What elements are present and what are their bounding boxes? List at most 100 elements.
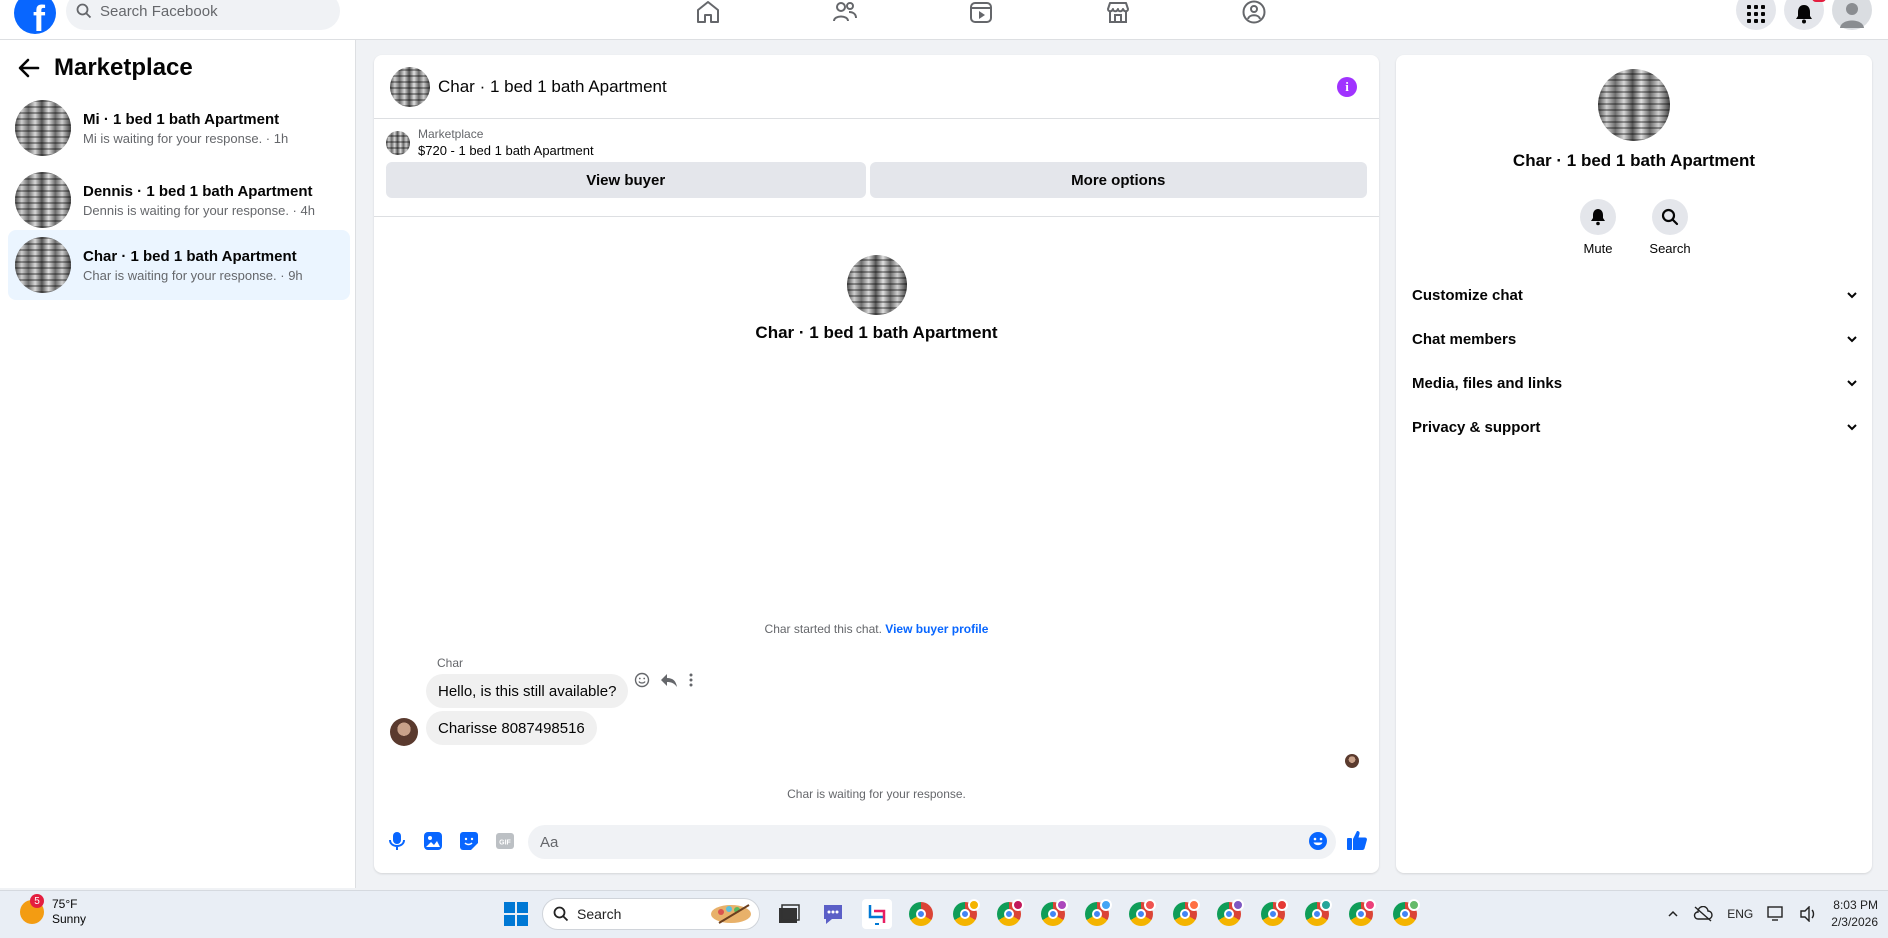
emoji-button[interactable] (1307, 830, 1329, 852)
conversation-item-dennis[interactable]: Dennis · 1 bed 1 bath Apartment Dennis i… (8, 165, 350, 235)
more-vertical-icon[interactable] (688, 672, 694, 688)
nav-friends[interactable] (777, 0, 914, 28)
mute-label: Mute (1583, 241, 1613, 256)
home-icon (697, 1, 720, 23)
like-button[interactable] (1346, 829, 1368, 851)
intro-avatar (846, 255, 907, 315)
volume-icon[interactable] (1799, 906, 1817, 922)
seen-receipt-avatar (1345, 754, 1359, 768)
view-buyer-profile-link[interactable]: View buyer profile (885, 622, 988, 636)
taskbar-app-file-explorer[interactable] (774, 899, 804, 929)
taskbar-app-chrome-profile[interactable] (1126, 899, 1156, 929)
weather-widget[interactable]: 5 75°F Sunny (20, 894, 87, 927)
groups-icon (1242, 0, 1266, 24)
facebook-logo[interactable]: f (14, 0, 56, 34)
chat-avatar[interactable] (390, 66, 430, 107)
reply-icon[interactable] (660, 672, 678, 688)
sticker-button[interactable] (458, 830, 480, 852)
details-avatar[interactable] (1598, 69, 1670, 141)
taskbar-app-teams[interactable] (818, 899, 848, 929)
emoji-icon (1309, 832, 1327, 850)
taskbar-app-chrome-profile[interactable] (950, 899, 980, 929)
section-media-files-links[interactable]: Media, files and links (1412, 365, 1858, 401)
taskbar-search[interactable]: Search (542, 898, 760, 930)
taskbar-app-snipping-tool[interactable] (862, 899, 892, 929)
start-button[interactable] (504, 902, 528, 926)
message-actions (634, 672, 694, 688)
gif-icon: GIF (496, 833, 514, 849)
account-button[interactable] (1832, 0, 1872, 30)
chat-title[interactable]: Char · 1 bed 1 bath Apartment (438, 77, 667, 97)
conversation-subtitle: Char is waiting for your response. · 9h (83, 267, 303, 283)
conversation-subtitle: Mi is waiting for your response. · 1h (83, 130, 289, 146)
taskbar-app-chrome-profile[interactable] (1346, 899, 1376, 929)
taskbar-app-chrome-profile[interactable] (1390, 899, 1420, 929)
conversation-title: Mi · 1 bed 1 bath Apartment (83, 110, 280, 128)
svg-text:GIF: GIF (499, 840, 511, 847)
chevron-up-icon[interactable] (1667, 910, 1679, 918)
taskbar-app-chrome-profile[interactable] (1170, 899, 1200, 929)
search-facebook-input[interactable] (100, 2, 320, 20)
section-privacy-support[interactable]: Privacy & support (1412, 409, 1858, 445)
react-emoji-icon[interactable] (634, 672, 650, 688)
taskbar-app-chrome-profile[interactable] (1082, 899, 1112, 929)
view-buyer-button[interactable]: View buyer (386, 162, 866, 198)
notifications-icon (1796, 5, 1812, 24)
top-navigation-bar: f (0, 0, 1888, 40)
section-customize-chat[interactable]: Customize chat (1412, 277, 1858, 313)
nav-marketplace[interactable] (1050, 0, 1187, 28)
language-indicator[interactable]: ENG (1727, 907, 1753, 921)
more-options-button[interactable]: More options (869, 162, 1367, 198)
chat-intro: Char · 1 bed 1 bath Apartment (374, 255, 1379, 343)
search-icon (1661, 208, 1679, 226)
taskbar-search-label: Search (577, 906, 622, 922)
listing-detail[interactable]: $720 - 1 bed 1 bath Apartment (418, 143, 594, 158)
message-input[interactable] (528, 825, 1336, 859)
voice-clip-button[interactable] (386, 830, 408, 852)
conversation-item-char[interactable]: Char · 1 bed 1 bath Apartment Char is wa… (8, 230, 350, 300)
menu-button[interactable] (1736, 0, 1776, 30)
taskbar-app-chrome-profile[interactable] (1214, 899, 1244, 929)
back-arrow-icon[interactable] (18, 58, 40, 78)
sidebar-header: Marketplace (18, 54, 193, 82)
windows-taskbar: 5 75°F Sunny Search ENG 8:03 PM 2/3/2026 (0, 890, 1888, 938)
paint-palette-icon (711, 904, 751, 924)
mute-action[interactable]: Mute (1578, 199, 1618, 256)
bell-icon (1591, 209, 1605, 226)
chrome-icon (909, 902, 933, 926)
taskbar-app-chrome-profile[interactable] (1038, 899, 1068, 929)
sticker-icon (460, 832, 478, 850)
conversation-item-mi[interactable]: Mi · 1 bed 1 bath Apartment Mi is waitin… (8, 93, 350, 163)
listing-avatar (15, 100, 71, 156)
taskbar-app-chrome-profile[interactable] (1302, 899, 1332, 929)
search-action[interactable]: Search (1649, 199, 1691, 256)
section-label: Customize chat (1412, 286, 1523, 304)
gif-button[interactable]: GIF (494, 830, 516, 852)
weather-condition: Sunny (52, 912, 87, 926)
display-icon[interactable] (1767, 906, 1785, 922)
section-chat-members[interactable]: Chat members (1412, 321, 1858, 357)
nav-groups[interactable] (1186, 0, 1323, 28)
attach-photo-button[interactable] (422, 830, 444, 852)
intro-name: Char · 1 bed 1 bath Apartment (755, 323, 998, 342)
info-icon[interactable]: i (1337, 77, 1357, 97)
taskbar-app-chrome[interactable] (906, 899, 936, 929)
sender-avatar[interactable] (390, 718, 418, 746)
taskbar-app-chrome-profile[interactable] (994, 899, 1024, 929)
file-explorer-icon (779, 904, 800, 923)
conversation-title: Char · 1 bed 1 bath Apartment (83, 247, 297, 265)
cloud-offline-icon[interactable] (1693, 906, 1713, 922)
listing-banner: Marketplace $720 - 1 bed 1 bath Apartmen… (374, 119, 1379, 217)
listing-thumbnail[interactable] (386, 130, 410, 155)
conversation-subtitle: Dennis is waiting for your response. · 4… (83, 202, 315, 218)
search-facebook-box[interactable] (66, 0, 340, 30)
taskbar-app-chrome-profile[interactable] (1258, 899, 1288, 929)
taskbar-apps: Search (504, 898, 1420, 930)
clock-time: 8:03 PM (1833, 898, 1878, 912)
message-bubble[interactable]: Charisse 8087498516 (426, 711, 597, 745)
nav-home[interactable] (640, 0, 777, 28)
nav-video[interactable] (913, 0, 1050, 28)
taskbar-clock[interactable]: 8:03 PM 2/3/2026 (1831, 897, 1878, 931)
message-bubble[interactable]: Hello, is this still available? (426, 674, 629, 708)
notifications-button[interactable] (1784, 0, 1826, 30)
